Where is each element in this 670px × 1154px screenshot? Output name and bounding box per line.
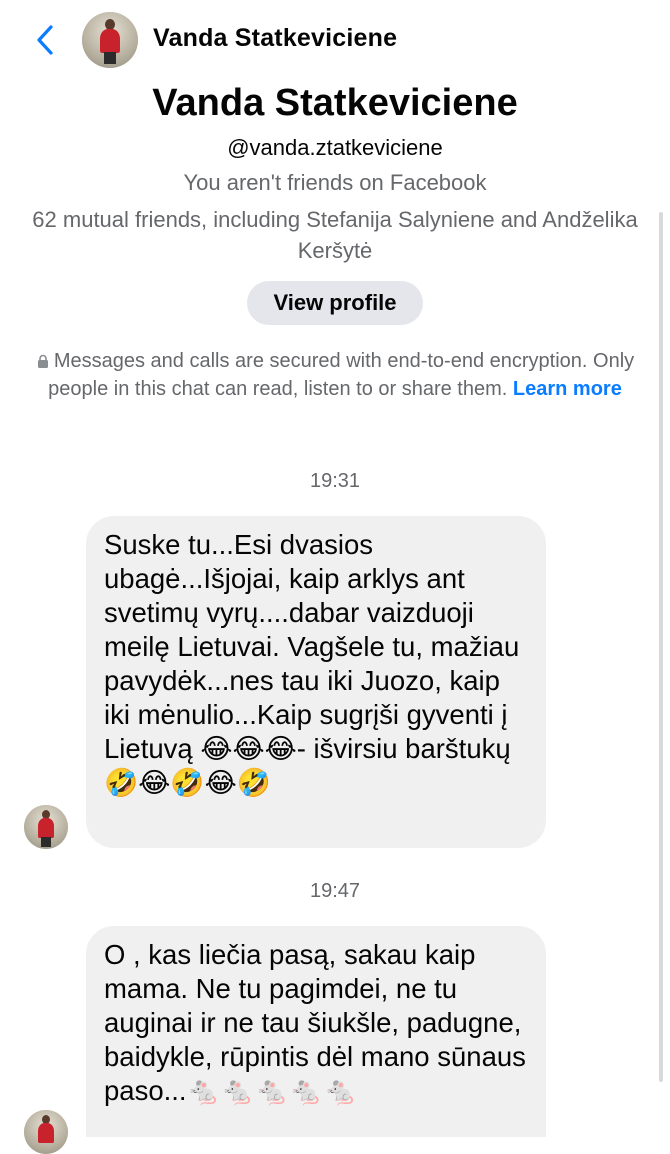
sender-avatar[interactable] [24,1110,68,1154]
message-bubble[interactable]: O , kas liečia pasą, sakau kaip mama. Ne… [86,926,546,1137]
learn-more-link[interactable]: Learn more [513,378,622,400]
view-profile-button[interactable]: View profile [247,281,423,325]
scrollbar[interactable] [659,212,663,1082]
message-bubble[interactable]: Suske tu...Esi dvasios ubagė...Išjojai, … [86,516,546,848]
profile-name: Vanda Statkeviciene [152,82,518,124]
friend-status: You aren't friends on Facebook [183,170,487,195]
header-avatar[interactable] [82,12,138,68]
message-timestamp: 19:31 [309,470,361,492]
header-title[interactable]: Vanda Statkeviciene [153,24,397,53]
profile-handle: @vanda.ztatkeviciene [227,135,443,160]
chat-header: Vanda Statkeviciene [0,0,670,82]
mutual-friends: 62 mutual friends, including Stefanija S… [32,207,638,263]
sender-avatar[interactable] [24,805,68,849]
encryption-notice: Messages and calls are secured with end-… [35,347,635,403]
back-button[interactable] [28,20,62,60]
message-text: O , kas liečia pasą, sakau kaip mama. Ne… [104,939,526,1106]
message-timestamp: 19:47 [309,880,361,902]
chevron-left-icon [37,25,53,55]
lock-icon [37,354,48,368]
message-text: Suske tu...Esi dvasios ubagė...Išjojai, … [104,529,520,798]
